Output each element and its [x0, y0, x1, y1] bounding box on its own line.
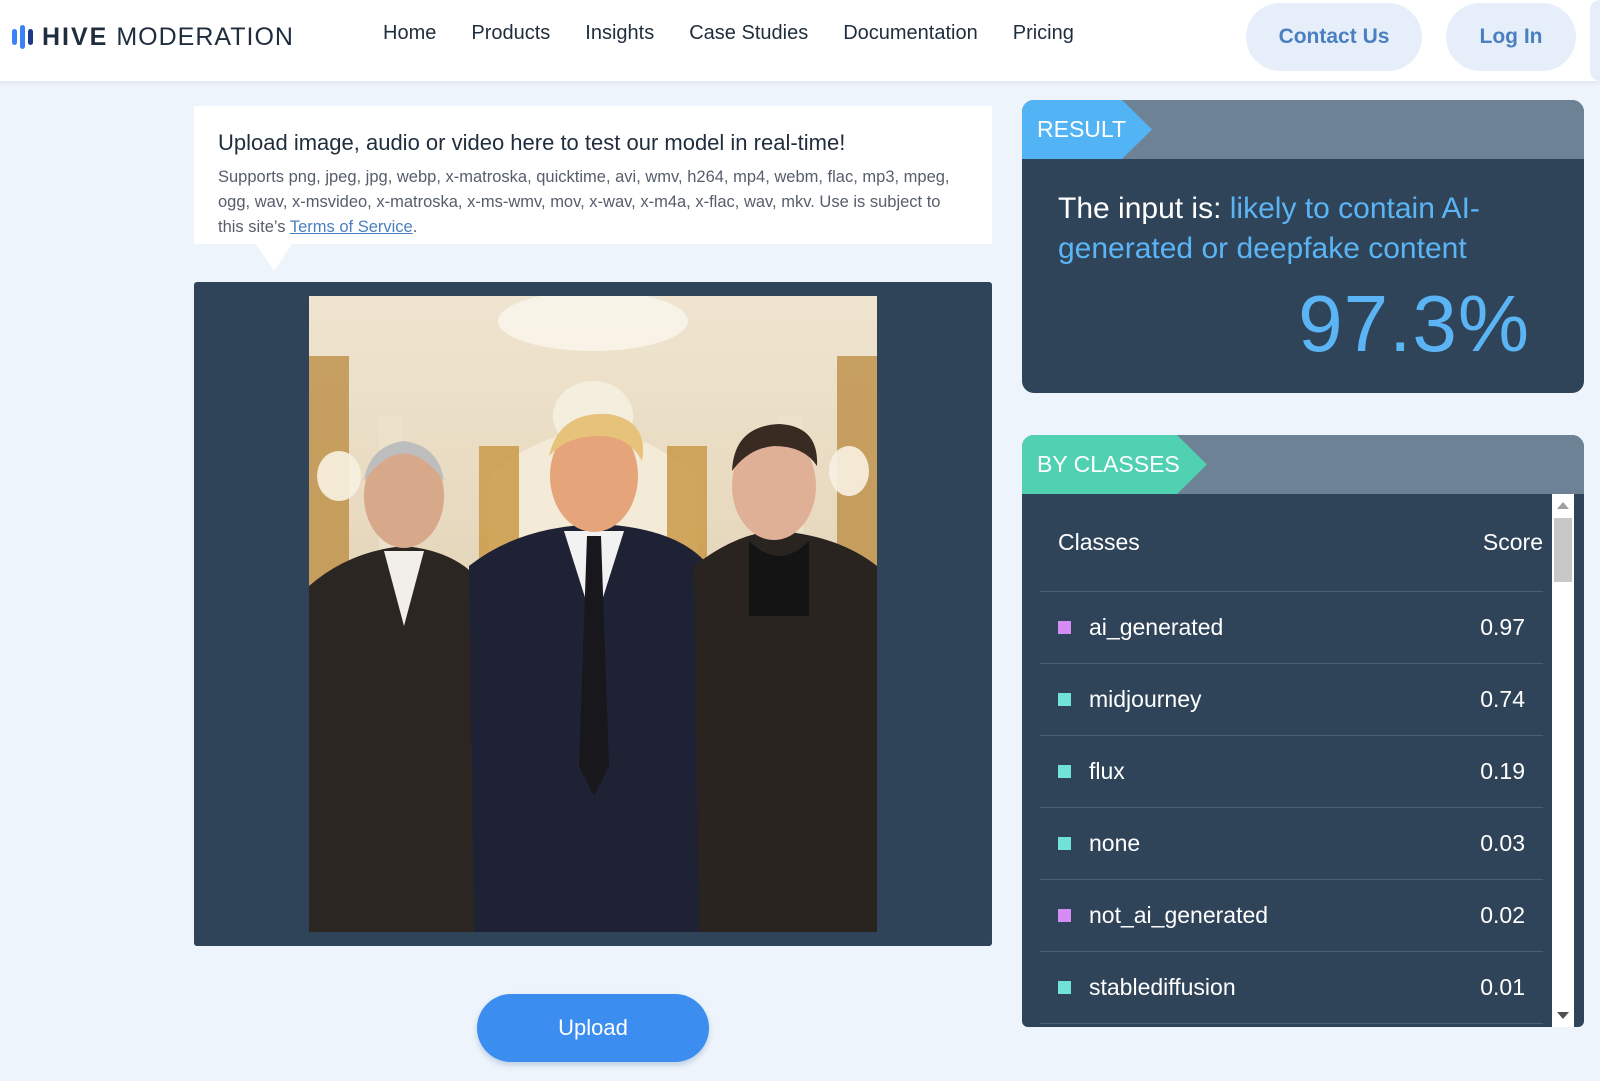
class-score: 0.01 [1480, 974, 1525, 1000]
by-classes-header: BY CLASSES [1022, 435, 1584, 494]
nav-home[interactable]: Home [383, 22, 436, 45]
scroll-thumb[interactable] [1554, 518, 1572, 582]
uploaded-media-panel [194, 282, 992, 946]
class-name: not_ai_generated [1089, 902, 1269, 928]
class-name: stablediffusion [1089, 974, 1236, 1000]
class-score: 0.19 [1480, 758, 1525, 784]
result-body: The input is: likely to contain AI-gener… [1022, 159, 1584, 269]
result-card: RESULT The input is: likely to contain A… [1022, 100, 1584, 393]
classes-table-header: Classes Score [1040, 494, 1543, 592]
class-score: 0.02 [1480, 902, 1525, 928]
uploaded-image [309, 296, 877, 932]
uploaded-photo-illustration [309, 296, 877, 932]
class-name: ai_generated [1089, 614, 1224, 640]
scroll-up-arrow-icon[interactable] [1557, 502, 1569, 509]
result-prefix: The input is: [1058, 192, 1230, 225]
class-color-swatch [1058, 621, 1071, 634]
upload-info-box: Upload image, audio or video here to tes… [194, 106, 992, 271]
nav-products[interactable]: Products [471, 22, 550, 45]
class-color-swatch [1058, 693, 1071, 706]
terms-of-service-link[interactable]: Terms of Service [290, 218, 413, 236]
scroll-down-arrow-icon[interactable] [1557, 1012, 1569, 1019]
result-statement: The input is: likely to contain AI-gener… [1058, 189, 1548, 269]
callout-pointer [256, 244, 292, 271]
brand-name-bold: HIVE [42, 22, 109, 51]
class-score: 0.97 [1480, 614, 1525, 640]
contact-us-button[interactable]: Contact Us [1246, 3, 1422, 71]
main-nav: Home Products Insights Case Studies Docu… [383, 22, 1074, 45]
class-color-swatch [1058, 909, 1071, 922]
class-name: none [1089, 830, 1141, 856]
brand-name-light: MODERATION [116, 22, 294, 51]
upload-info-title: Upload image, audio or video here to tes… [218, 130, 846, 155]
terms-suffix: . [412, 218, 418, 236]
login-button[interactable]: Log In [1446, 3, 1576, 71]
supported-formats-text: Supports png, jpeg, jpg, webp, x-matrosk… [218, 165, 968, 240]
class-score: 0.03 [1480, 830, 1525, 856]
class-row: flux 0.19 [1040, 736, 1543, 808]
class-row: none 0.03 [1040, 808, 1543, 880]
class-row: not_ai_generated 0.02 [1040, 880, 1543, 952]
nav-pricing[interactable]: Pricing [1013, 22, 1074, 45]
classes-table[interactable]: Classes Score ai_generated 0.97 midjourney… [1040, 494, 1543, 1027]
class-row: ai_generated 0.97 [1040, 592, 1543, 664]
class-name: midjourney [1089, 686, 1202, 712]
class-name: flux [1089, 758, 1125, 784]
top-navbar: HIVE MODERATION Home Products Insights C… [0, 0, 1600, 81]
class-row: stablediffusion 0.01 [1040, 952, 1543, 1024]
sound-bars-icon [12, 25, 33, 49]
by-classes-tab-label: BY CLASSES [1022, 435, 1207, 494]
nav-insights[interactable]: Insights [585, 22, 654, 45]
upload-button[interactable]: Upload [477, 994, 709, 1062]
class-score: 0.74 [1480, 686, 1525, 712]
score-column-header: Score [1482, 529, 1543, 555]
nav-documentation[interactable]: Documentation [843, 22, 978, 45]
class-color-swatch [1058, 837, 1071, 850]
classes-column-header: Classes [1058, 529, 1140, 555]
classes-scrollbar[interactable] [1552, 494, 1574, 1027]
class-row: midjourney 0.74 [1040, 664, 1543, 736]
brand-logo[interactable]: HIVE MODERATION [12, 22, 294, 52]
class-color-swatch [1058, 765, 1071, 778]
result-card-header: RESULT [1022, 100, 1584, 159]
result-score: 97.3% [1298, 279, 1530, 368]
nav-case-studies[interactable]: Case Studies [689, 22, 808, 45]
edge-button-fragment [1590, 0, 1600, 81]
result-tab-label: RESULT [1022, 100, 1152, 159]
by-classes-card: BY CLASSES Classes Score ai_generated 0.9… [1022, 435, 1584, 1027]
class-color-swatch [1058, 981, 1071, 994]
classes-rows: ai_generated 0.97 midjourney 0.74 flux 0.19 no… [1040, 592, 1543, 1024]
